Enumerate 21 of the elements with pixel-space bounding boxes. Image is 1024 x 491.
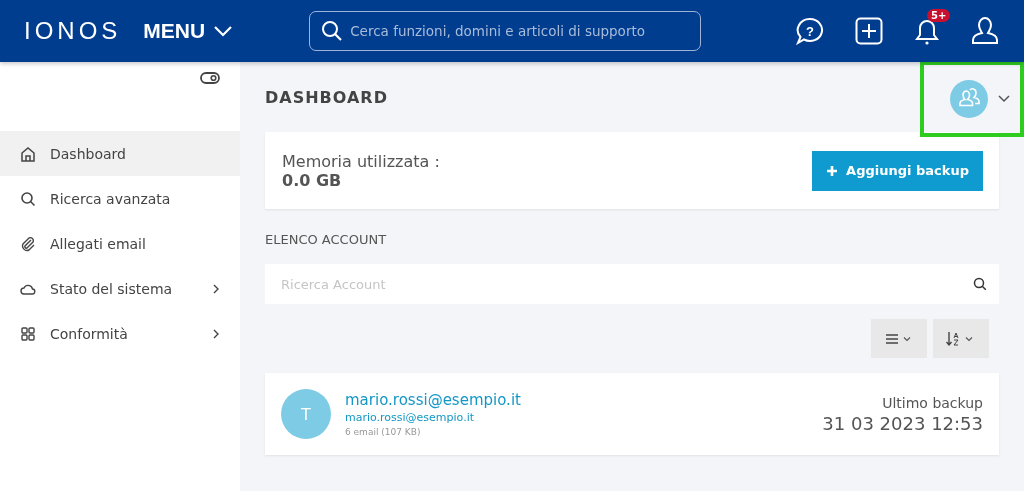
section-heading: ELENCO ACCOUNT <box>265 232 388 247</box>
account-details: 6 email (107 KB) <box>345 427 422 437</box>
sidebar-item[interactable]: Conformità <box>0 311 240 356</box>
avatar: T <box>281 389 331 439</box>
sidebar-item[interactable]: Allegati email <box>0 221 240 266</box>
sidebar-item[interactable]: Stato del sistema <box>0 266 240 311</box>
backup-date: 31 03 2023 12:53 <box>822 412 983 434</box>
search-field[interactable]: Cerca funzioni, domini e articoli di supporto <box>309 11 702 51</box>
storage-label: Memoria utilizzata : <box>282 151 440 171</box>
sidebar-item[interactable]: Dashboard <box>0 131 240 176</box>
sidebar-item[interactable]: Ricerca avanzata <box>0 176 240 221</box>
menu-button[interactable]: MENU <box>143 19 234 43</box>
help-icon[interactable]: ? <box>795 16 825 46</box>
logo[interactable]: IONOS <box>24 17 122 45</box>
page-title: DASHBOARD <box>265 87 388 107</box>
backup-label: Ultimo backup <box>882 394 983 411</box>
account-search-field[interactable]: Ricerca Account <box>265 264 999 304</box>
account-email: mario.rossi@esempio.it <box>345 411 476 424</box>
account-card[interactable]: T mario.rossi@esempio.it mario.rossi@esempio.it 6 email (107 KB) Ultimo backup 31 03 2023 12:53 <box>265 373 999 455</box>
notification-badge: 5+ <box>927 9 951 22</box>
storage-value: 0.0 GB <box>282 170 343 190</box>
